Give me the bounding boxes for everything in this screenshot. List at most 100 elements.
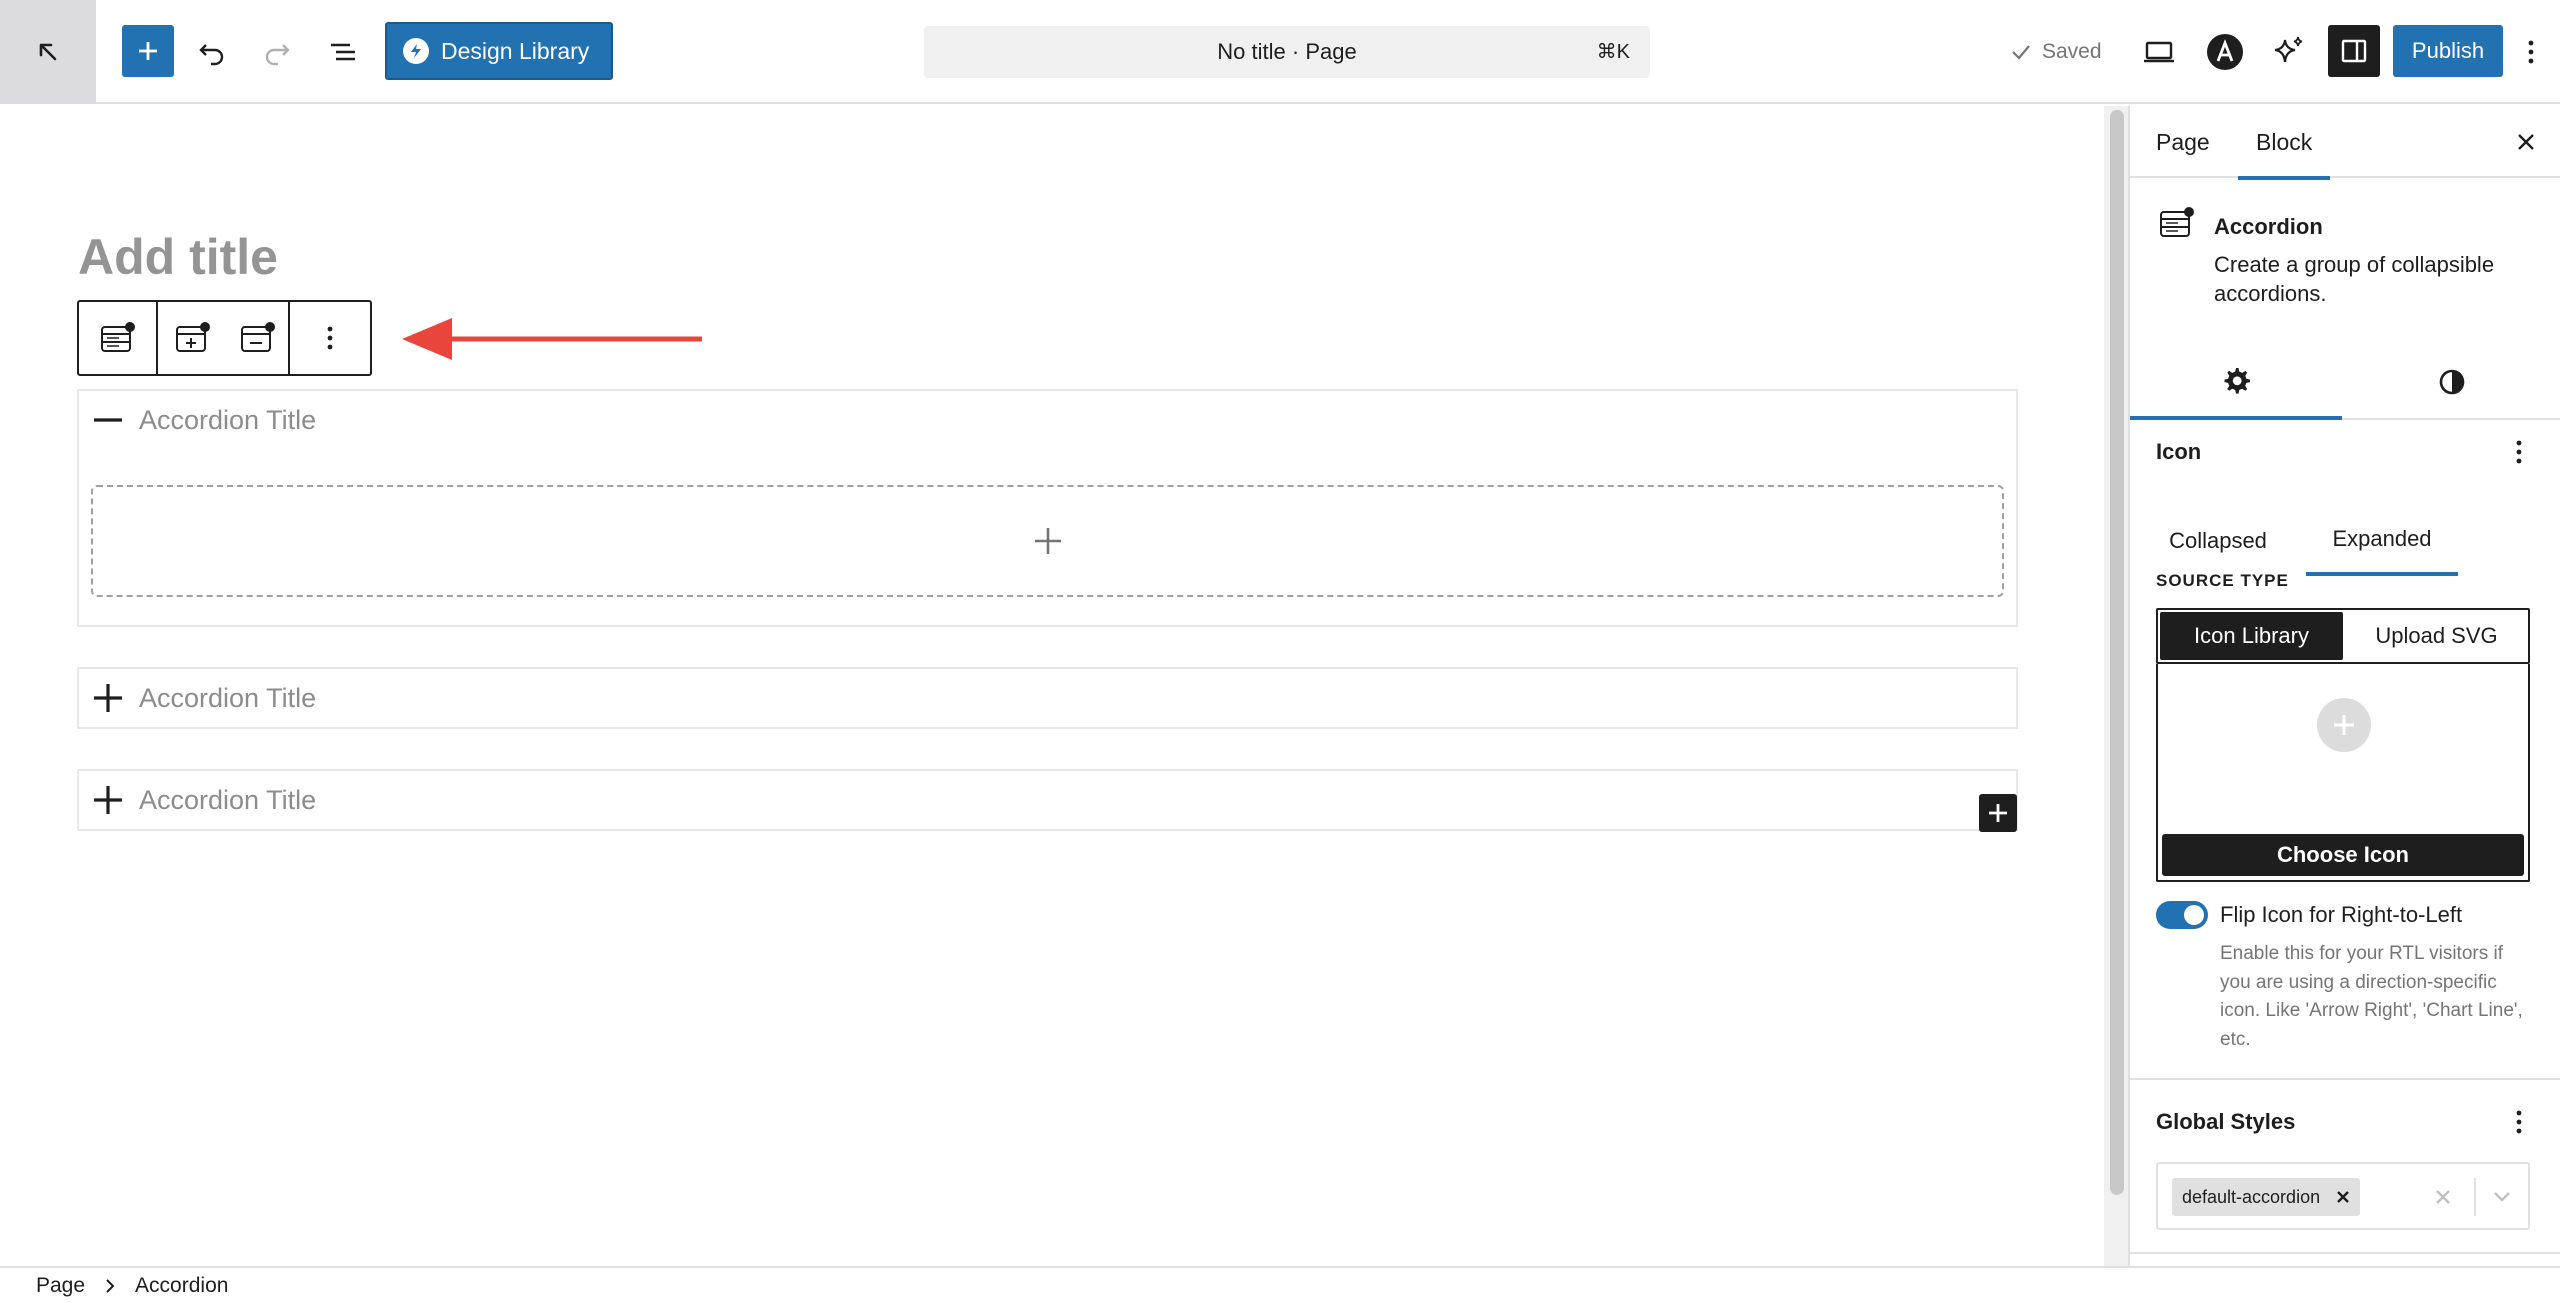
sidebar-tabs: Page Block [2130, 106, 2560, 180]
tab-block[interactable]: Block [2237, 106, 2331, 180]
divider [2130, 1252, 2560, 1254]
tab-settings[interactable] [2130, 344, 2342, 420]
accordion-block-icon [2160, 207, 2194, 237]
accordion-item[interactable]: Accordion Title [77, 667, 2018, 729]
saved-status: Saved [2010, 35, 2102, 69]
accordion-item[interactable]: Accordion Title [77, 769, 2018, 831]
red-annotation-arrow [402, 318, 702, 360]
block-options-button[interactable] [290, 302, 370, 374]
breadcrumb-page[interactable]: Page [36, 1274, 85, 1298]
settings-sidebar-toggle[interactable] [2328, 25, 2380, 77]
sidebar-icon [2341, 39, 2367, 63]
design-library-button[interactable]: Design Library [385, 22, 613, 80]
dropdown-toggle[interactable] [2484, 1182, 2520, 1212]
astra-settings-button[interactable] [2200, 27, 2250, 77]
choose-icon-button[interactable]: Choose Icon [2162, 834, 2524, 876]
redo-icon [265, 44, 290, 66]
design-library-label: Design Library [441, 37, 590, 64]
options-button[interactable] [2516, 27, 2546, 77]
icon-picker: Choose Icon [2156, 664, 2530, 882]
icon-panel-options-button[interactable] [2504, 434, 2534, 470]
tab-page[interactable]: Page [2156, 106, 2210, 178]
icon-panel-title[interactable]: Icon [2156, 439, 2201, 465]
command-shortcut: ⌘K [1596, 41, 1630, 63]
tab-collapsed[interactable]: Collapsed [2156, 506, 2280, 576]
add-accordion-item-button[interactable] [158, 302, 228, 374]
editor-header: Design Library No title · Page ⌘K Saved … [0, 0, 2560, 104]
accordion-header[interactable]: Accordion Title [79, 391, 2016, 449]
plus-icon [1989, 804, 2007, 822]
close-sidebar-button[interactable] [2508, 124, 2544, 160]
accordion-header[interactable]: Accordion Title [79, 669, 2016, 727]
remove-accordion-item-button[interactable] [228, 302, 290, 374]
clear-selection-button[interactable] [2428, 1182, 2458, 1212]
plus-icon [94, 786, 122, 814]
more-vertical-icon [2528, 40, 2534, 64]
tab-styles[interactable] [2346, 344, 2558, 420]
breadcrumb-accordion[interactable]: Accordion [135, 1274, 228, 1298]
arrow-up-left-icon [39, 43, 57, 61]
ai-assistant-button[interactable] [2264, 27, 2314, 77]
chevron-right-icon [106, 1278, 115, 1293]
toggle-knob [2184, 905, 2204, 925]
icon-library-option[interactable]: Icon Library [2160, 612, 2343, 660]
remove-chip-icon[interactable] [2336, 1190, 2350, 1204]
plus-icon [1034, 528, 1061, 554]
undo-icon [199, 44, 224, 66]
flip-rtl-toggle[interactable] [2156, 901, 2208, 929]
accordion-block-icon [100, 322, 135, 352]
astra-logo-icon [2207, 34, 2243, 70]
preview-button[interactable] [2134, 27, 2184, 77]
block-description: Create a group of collapsible accordions… [2214, 252, 2495, 306]
desktop-icon [2144, 41, 2174, 63]
global-styles-options-button[interactable] [2504, 1104, 2534, 1140]
plus-icon [2334, 715, 2354, 735]
plus-icon [94, 684, 122, 712]
flip-rtl-label[interactable]: Flip Icon for Right-to-Left [2220, 902, 2462, 928]
checkmark-icon [2012, 45, 2030, 60]
chevron-down-icon [2494, 1192, 2510, 1202]
document-overview-button[interactable] [318, 27, 368, 77]
redo-button[interactable] [252, 27, 302, 77]
add-block-button[interactable] [1979, 794, 2017, 832]
divider [2130, 1078, 2560, 1080]
accordion-title[interactable]: Accordion Title [139, 405, 316, 436]
undo-button[interactable] [187, 27, 237, 77]
icon-placeholder[interactable] [2317, 698, 2371, 752]
block-type-switcher-button[interactable] [79, 302, 158, 374]
sparkles-icon [2274, 36, 2303, 63]
publish-button[interactable]: Publish [2393, 25, 2503, 77]
add-item-icon [176, 322, 210, 352]
command-palette-bar[interactable]: No title · Page ⌘K [924, 26, 1650, 78]
inner-block-appender[interactable] [91, 485, 2004, 597]
document-title: No title · Page [1217, 39, 1357, 64]
block-toolbar [77, 300, 372, 376]
more-vertical-icon [327, 326, 333, 350]
more-vertical-icon [2516, 440, 2522, 464]
post-title-input[interactable]: Add title [78, 228, 278, 286]
breadcrumb: Page Accordion [0, 1266, 2560, 1303]
saved-label: Saved [2042, 40, 2102, 63]
divider [2474, 1178, 2476, 1216]
block-name: Accordion [2214, 214, 2323, 239]
upload-svg-option[interactable]: Upload SVG [2345, 610, 2528, 662]
settings-sidebar: Page Block Accordion Create a group of c… [2128, 106, 2560, 1266]
list-view-icon [331, 43, 355, 61]
close-icon [2436, 1190, 2450, 1204]
canvas-scrollbar-thumb[interactable] [2110, 110, 2124, 1195]
global-styles-title[interactable]: Global Styles [2156, 1109, 2295, 1135]
flip-rtl-help: Enable this for your RTL visitors if you… [2220, 943, 2523, 1050]
accordion-item[interactable]: Accordion Title [77, 389, 2018, 627]
more-vertical-icon [2516, 1110, 2522, 1134]
tab-expanded[interactable]: Expanded [2306, 506, 2458, 576]
source-type-label: SOURCE TYPE [2156, 571, 2289, 590]
global-style-select[interactable]: default-accordion [2156, 1162, 2530, 1230]
stackable-logo-icon [403, 38, 429, 64]
accordion-title[interactable]: Accordion Title [139, 683, 316, 714]
gear-icon [2224, 368, 2250, 394]
block-inserter-button[interactable] [122, 25, 174, 77]
accordion-header[interactable]: Accordion Title [79, 771, 2016, 829]
inspector-tabs [2130, 344, 2560, 420]
accordion-title[interactable]: Accordion Title [139, 785, 316, 816]
back-to-dashboard-button[interactable] [0, 0, 96, 104]
